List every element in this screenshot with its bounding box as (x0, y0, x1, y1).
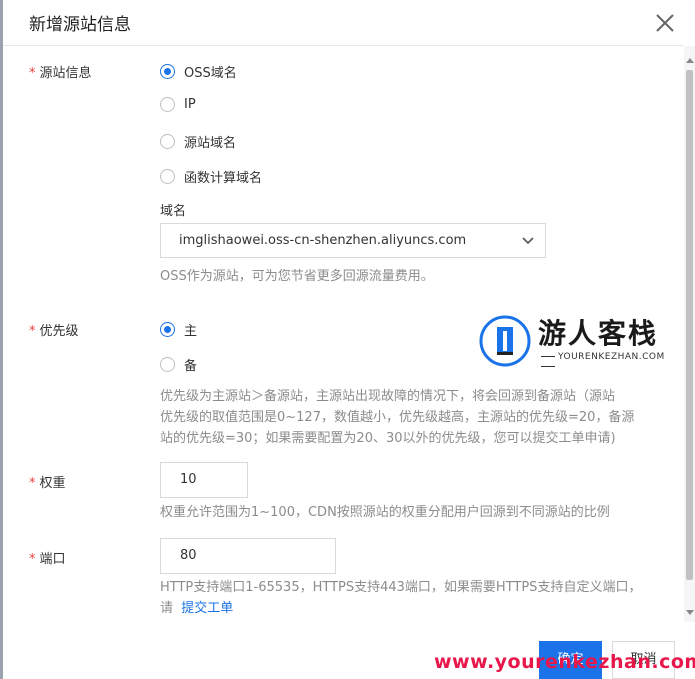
required-star: * (29, 66, 36, 81)
domain-label: 域名 (160, 204, 187, 219)
port-label: * 端口 (29, 552, 66, 567)
radio-backup[interactable]: 备 (160, 355, 197, 374)
radio-circle[interactable] (160, 64, 175, 79)
chevron-down-icon (522, 237, 534, 245)
domain-select[interactable]: imglishaowei.oss-cn-shenzhen.aliyuncs.co… (160, 223, 546, 258)
radio-circle[interactable] (160, 169, 175, 184)
radio-origin-domain[interactable]: 源站域名 (160, 132, 236, 151)
radio-circle[interactable] (160, 97, 175, 112)
radio-circle[interactable] (160, 134, 175, 149)
watermark-logo-icon (479, 315, 531, 367)
scroll-down-arrow-icon[interactable] (686, 610, 694, 615)
scrollbar-thumb[interactable] (686, 70, 693, 580)
submit-ticket-link[interactable]: 提交工单 (181, 601, 233, 616)
close-icon[interactable] (654, 12, 676, 34)
priority-label: * 优先级 (29, 324, 79, 339)
radio-circle[interactable] (160, 357, 175, 372)
weight-label: * 权重 (29, 476, 66, 491)
watermark-title: 游人客栈 (538, 317, 659, 350)
watermark-subtitle: YOURENKEZHAN.COM (538, 352, 678, 372)
url-watermark: www.yourenkezhan.com (434, 651, 695, 673)
weight-input[interactable]: 10 (160, 462, 248, 498)
required-star: * (29, 552, 36, 567)
domain-select-value: imglishaowei.oss-cn-shenzhen.aliyuncs.co… (179, 233, 467, 248)
dialog: 新增源站信息 * 源站信息 OSS域名 IP 源站域名 函数计算域名 域名 img… (0, 0, 695, 679)
origin-hint: OSS作为源站，可为您节省更多回源流量费用。 (160, 269, 434, 284)
dialog-title: 新增源站信息 (29, 15, 131, 35)
radio-ip[interactable]: IP (160, 97, 196, 112)
radio-function-compute-domain[interactable]: 函数计算域名 (160, 167, 262, 186)
required-star: * (29, 324, 36, 339)
scroll-up-arrow-icon[interactable] (686, 58, 694, 63)
site-watermark-logo: 游人客栈 YOURENKEZHAN.COM (478, 312, 678, 372)
required-star: * (29, 476, 36, 491)
port-input[interactable]: 80 (160, 538, 336, 574)
radio-primary[interactable]: 主 (160, 320, 197, 339)
background-edge (0, 0, 3, 679)
priority-hint: 优先级为主源站＞备源站，主源站出现故障的情况下，将会回源到备源站（源站 优先级的… (160, 389, 635, 446)
origin-label: * 源站信息 (29, 66, 92, 81)
weight-hint: 权重允许范围为1~100，CDN按照源站的权重分配用户回源到不同源站的比例 (160, 505, 610, 520)
radio-oss-domain[interactable]: OSS域名 (160, 62, 237, 81)
radio-circle[interactable] (160, 322, 175, 337)
port-hint: HTTP支持端口1-65535，HTTPS支持443端口，如果需要HTTPS支持… (160, 580, 642, 616)
header-divider (3, 45, 683, 46)
